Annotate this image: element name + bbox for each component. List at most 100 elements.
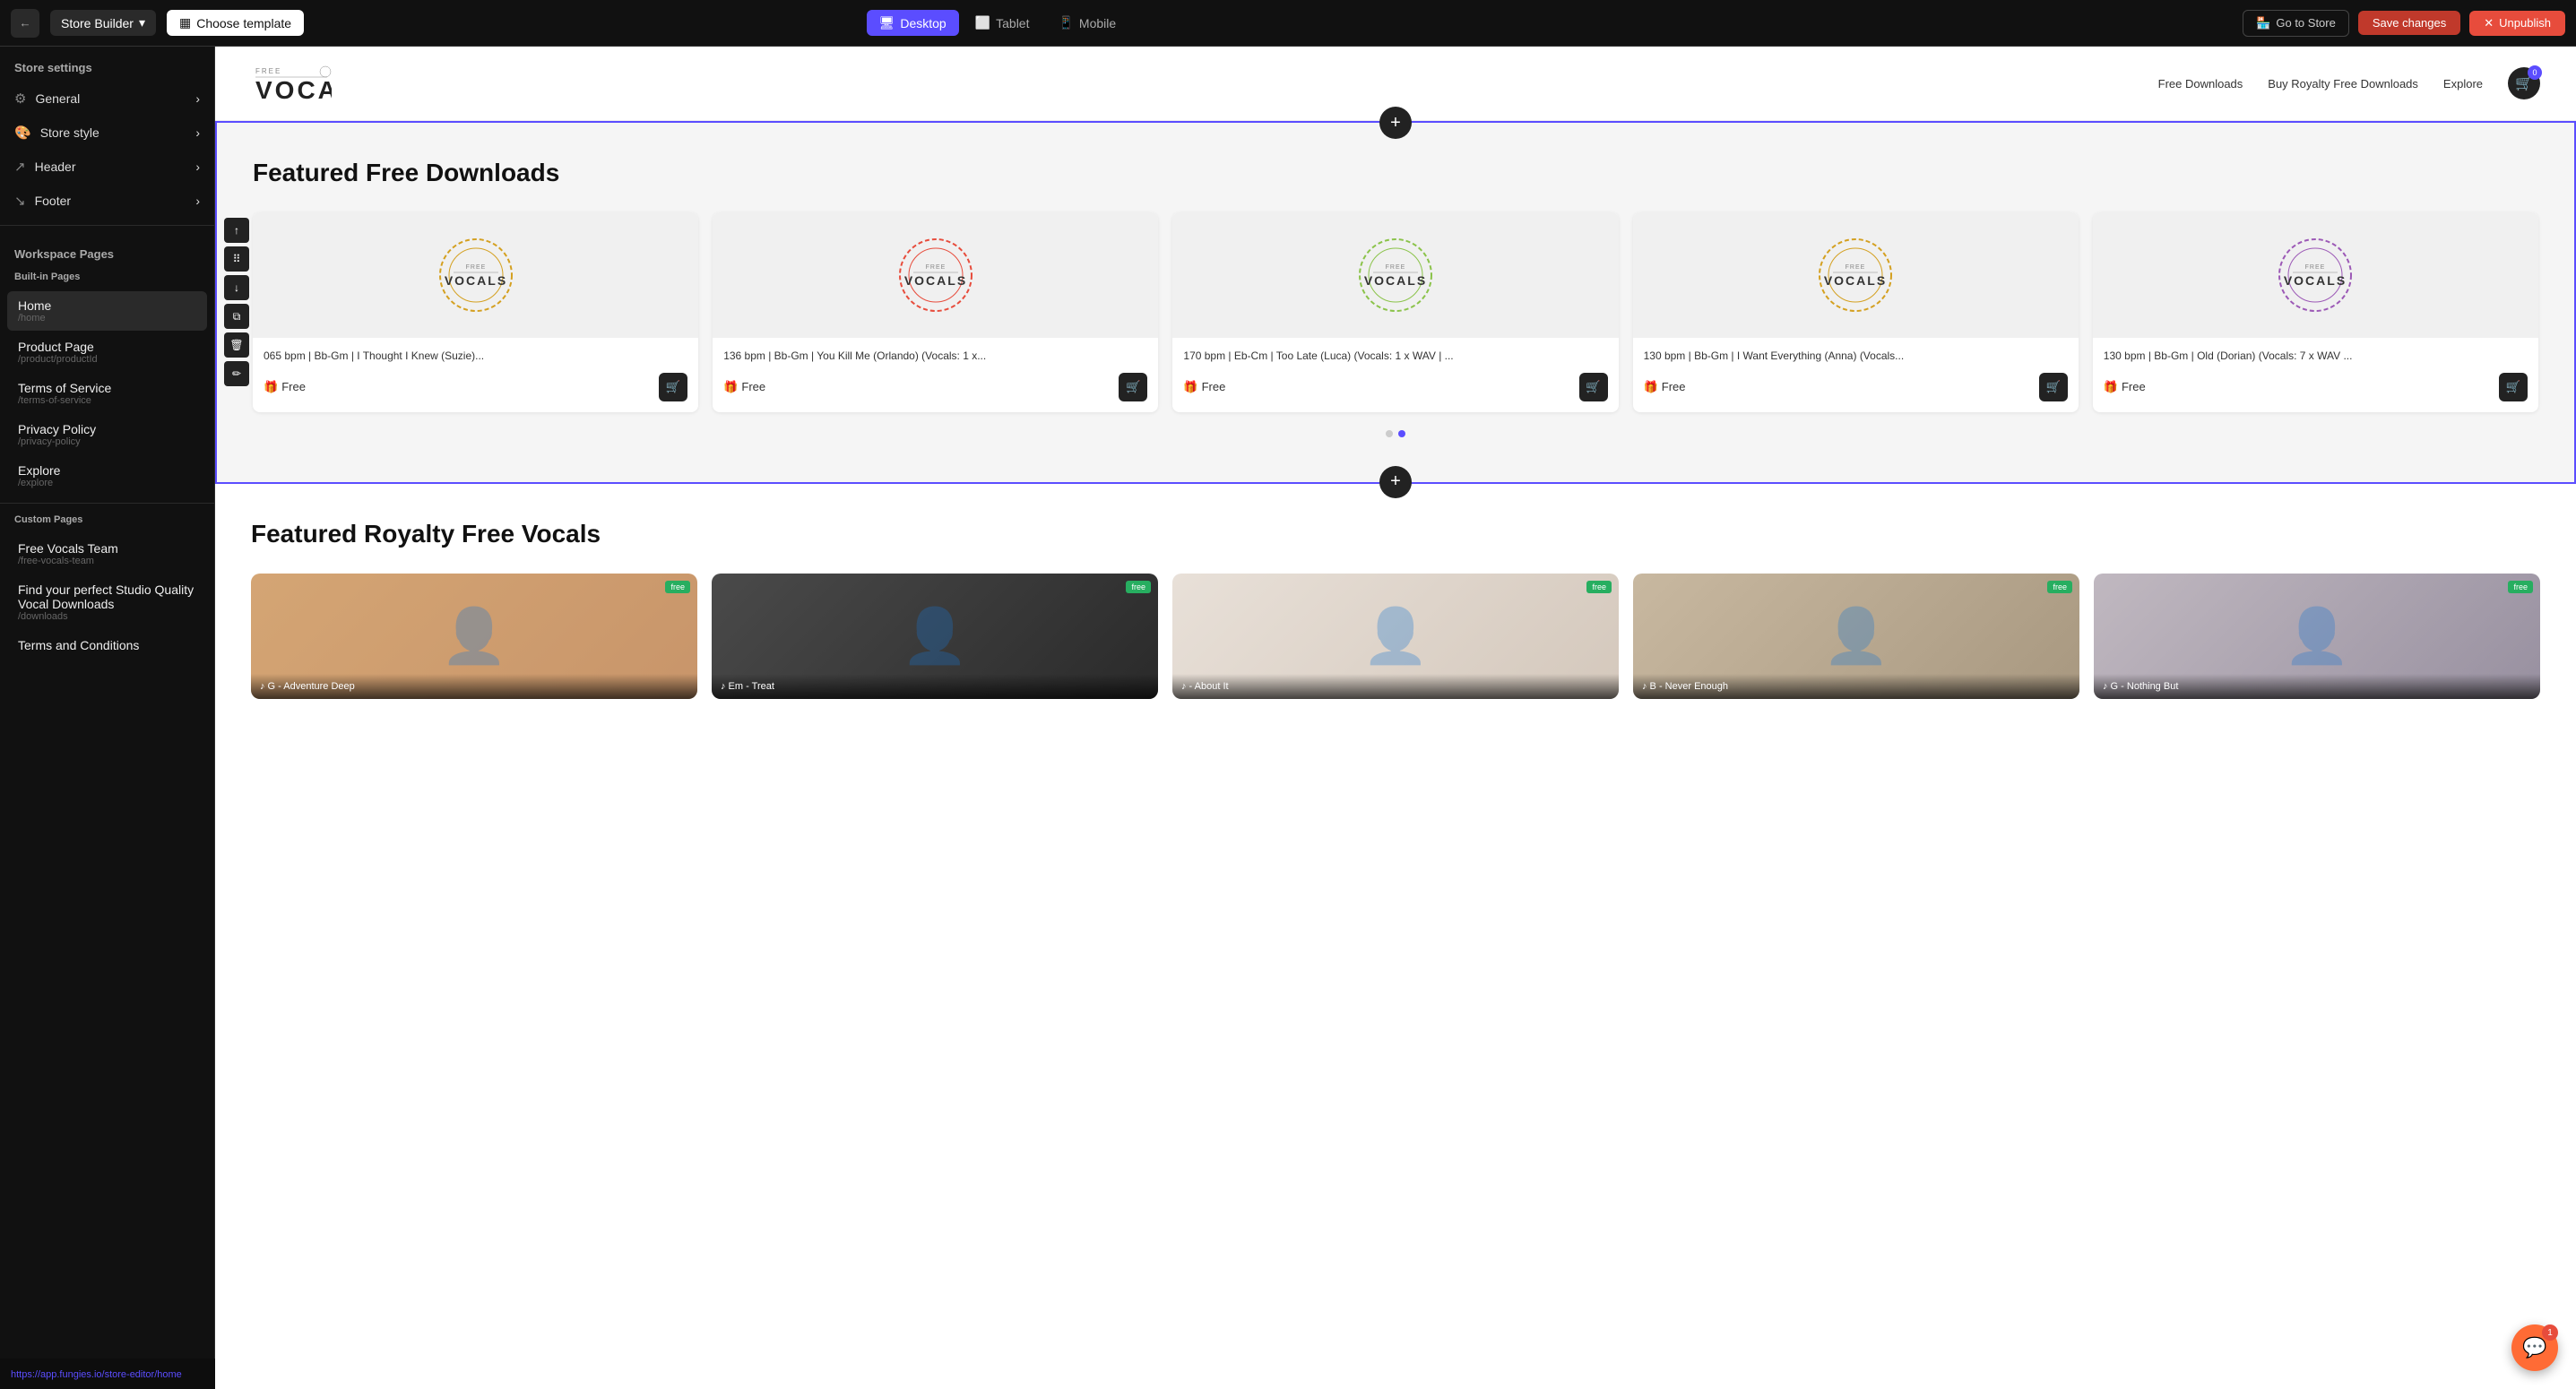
add-to-cart-3[interactable]: 🛒 xyxy=(1579,373,1608,401)
chevron-right-icon2: › xyxy=(195,125,200,140)
product-info-5: 130 bpm | Bb-Gm | Old (Dorian) (Vocals: … xyxy=(2093,338,2538,412)
mobile-icon: 📱 xyxy=(1058,15,1073,30)
save-changes-button[interactable]: Save changes xyxy=(2358,11,2460,35)
copy-section-button[interactable]: ⧉ xyxy=(224,304,249,329)
product-footer-4: 🎁 Free 🛒 xyxy=(1644,373,2068,401)
nav-buy-royalty[interactable]: Buy Royalty Free Downloads xyxy=(2268,77,2418,91)
svg-text:FREE: FREE xyxy=(1846,264,1866,271)
mobile-view-button[interactable]: 📱 Mobile xyxy=(1045,10,1128,36)
vocal-card-4: 👤 free ♪ B - Never Enough xyxy=(1633,574,2079,699)
page-item-terms-conditions[interactable]: Terms and Conditions xyxy=(7,631,207,660)
url-bar: https://app.fungies.io/store-editor/home xyxy=(0,1359,215,1389)
page-item-home[interactable]: Home /home xyxy=(7,291,207,331)
free-tag-5: free xyxy=(2508,581,2533,593)
desktop-view-button[interactable]: 🖥 Desktop xyxy=(867,10,959,36)
nav-free-downloads[interactable]: Free Downloads xyxy=(2158,77,2243,91)
page-item-downloads[interactable]: Find your perfect Studio Quality Vocal D… xyxy=(7,575,207,629)
desktop-icon: 🖥 xyxy=(879,15,895,30)
vocals-circle-1: FREE VOCALS xyxy=(436,235,516,315)
store-settings-title: Store settings xyxy=(0,47,214,82)
top-right-actions: 🏪 Go to Store Save changes ✕ Unpublish xyxy=(2243,10,2565,37)
add-to-cart-4[interactable]: 🛒 xyxy=(2039,373,2068,401)
page-item-terms-service[interactable]: Terms of Service /terms-of-service xyxy=(7,374,207,413)
vocal-card-overlay-1: ♪ G - Adventure Deep xyxy=(251,674,697,699)
svg-text:FREE: FREE xyxy=(255,67,281,75)
sidebar-item-store-style[interactable]: 🎨 Store style › xyxy=(0,116,214,150)
drag-handle-button[interactable]: ⠿ xyxy=(224,246,249,272)
sidebar-item-footer[interactable]: ↘ Footer › xyxy=(0,184,214,218)
svg-text:VOCALS: VOCALS xyxy=(444,273,506,288)
add-section-bottom-button[interactable]: + xyxy=(1379,466,1412,498)
svg-text:FREE: FREE xyxy=(925,264,946,271)
canvas-content: FREE VOCALS Free Downloads Buy Royalty F… xyxy=(215,47,2576,1389)
cart-badge: 0 xyxy=(2528,65,2542,80)
view-mode-switcher: 🖥 Desktop ⬜ Tablet 📱 Mobile xyxy=(867,10,1129,36)
chevron-right-icon4: › xyxy=(195,194,200,208)
add-to-cart-2[interactable]: 🛒 xyxy=(1119,373,1147,401)
delete-section-button[interactable]: 🗑 xyxy=(224,332,249,358)
product-info-2: 136 bpm | Bb-Gm | You Kill Me (Orlando) … xyxy=(713,338,1158,412)
edit-section-button[interactable]: ✏ xyxy=(224,361,249,386)
vocal-card-overlay-5: ♪ G - Nothing But xyxy=(2094,674,2540,699)
featured-downloads-section: ↑ ⠿ ↓ ⧉ 🗑 ✏ + Featured Free Downloads xyxy=(215,121,2576,484)
free-tag-1: free xyxy=(665,581,690,593)
dot-2[interactable] xyxy=(1398,430,1405,437)
svg-text:VOCALS: VOCALS xyxy=(2284,273,2347,288)
store-icon: 🏪 xyxy=(2256,16,2270,30)
vocals-circle-4: FREE VOCALS xyxy=(1815,235,1896,315)
product-footer-3: 🎁 Free 🛒 xyxy=(1183,373,1607,401)
choose-template-button[interactable]: ▦ Choose template xyxy=(167,10,304,36)
vocal-card-3: 👤 free ♪ - About It xyxy=(1172,574,1619,699)
svg-text:VOCALS: VOCALS xyxy=(1364,273,1427,288)
go-to-store-button[interactable]: 🏪 Go to Store xyxy=(2243,10,2349,37)
dot-1[interactable] xyxy=(1386,430,1393,437)
product-info-4: 130 bpm | Bb-Gm | I Want Everything (Ann… xyxy=(1633,338,2079,412)
vocal-card-label-2: ♪ Em - Treat xyxy=(721,681,1149,692)
page-item-explore[interactable]: Explore /explore xyxy=(7,456,207,496)
tablet-view-button[interactable]: ⬜ Tablet xyxy=(963,10,1042,36)
store-builder-button[interactable]: Store Builder ▾ xyxy=(50,10,156,36)
add-to-cart-1[interactable]: 🛒 xyxy=(659,373,687,401)
svg-text:VOCALS: VOCALS xyxy=(255,76,332,104)
svg-text:FREE: FREE xyxy=(2305,264,2326,271)
workspace-pages-title: Workspace Pages xyxy=(0,233,214,268)
sidebar-item-general[interactable]: ⚙ General › xyxy=(0,82,214,116)
back-button[interactable]: ← xyxy=(11,9,39,38)
free-badge-2: 🎁 Free xyxy=(723,380,765,394)
section-controls: ↑ ⠿ ↓ ⧉ 🗑 ✏ xyxy=(224,218,249,386)
vocals-circle-5: FREE VOCALS xyxy=(2275,235,2356,315)
page-item-product[interactable]: Product Page /product/productId xyxy=(7,332,207,372)
product-card-5: FREE VOCALS 130 bpm | Bb-Gm | Old (Doria… xyxy=(2093,212,2538,412)
cart-button[interactable]: 🛒 0 xyxy=(2508,67,2540,99)
sidebar-item-header[interactable]: ↗ Header › xyxy=(0,150,214,184)
products-grid: FREE VOCALS 065 bpm | Bb-Gm | I Thought … xyxy=(253,212,2538,412)
move-up-button[interactable]: ↑ xyxy=(224,218,249,243)
add-section-top-button[interactable]: + xyxy=(1379,107,1412,139)
chevron-right-icon3: › xyxy=(195,160,200,174)
custom-pages-title: Custom Pages xyxy=(0,511,214,532)
gear-icon: ⚙ xyxy=(14,91,26,107)
vocals-circle-2: FREE VOCALS xyxy=(895,235,976,315)
add-to-cart-5[interactable]: 🛒 xyxy=(2499,373,2528,401)
svg-text:FREE: FREE xyxy=(1386,264,1406,271)
chevron-down-icon: ▾ xyxy=(139,15,145,30)
move-down-button[interactable]: ↓ xyxy=(224,275,249,300)
product-title-4: 130 bpm | Bb-Gm | I Want Everything (Ann… xyxy=(1644,349,2068,364)
chat-button[interactable]: 💬 1 xyxy=(2511,1324,2558,1371)
unpublish-button[interactable]: ✕ Unpublish xyxy=(2469,11,2565,36)
vocal-card-label-5: ♪ G - Nothing But xyxy=(2103,681,2531,692)
nav-explore[interactable]: Explore xyxy=(2443,77,2483,91)
product-footer-2: 🎁 Free 🛒 xyxy=(723,373,1147,401)
template-icon: ▦ xyxy=(179,15,191,30)
product-title-2: 136 bpm | Bb-Gm | You Kill Me (Orlando) … xyxy=(723,349,1147,364)
vocal-card-overlay-3: ♪ - About It xyxy=(1172,674,1619,699)
free-tag-4: free xyxy=(2047,581,2072,593)
page-item-privacy[interactable]: Privacy Policy /privacy-policy xyxy=(7,415,207,454)
vocal-card-2: 👤 free ♪ Em - Treat xyxy=(712,574,1158,699)
page-item-free-vocals-team[interactable]: Free Vocals Team /free-vocals-team xyxy=(7,534,207,574)
featured-section-title: Featured Free Downloads xyxy=(253,159,2538,187)
free-badge-4: 🎁 Free xyxy=(1644,380,1686,394)
free-badge-5: 🎁 Free xyxy=(2104,380,2146,394)
product-image-3: FREE VOCALS xyxy=(1172,212,1618,338)
free-badge-3: 🎁 Free xyxy=(1183,380,1225,394)
